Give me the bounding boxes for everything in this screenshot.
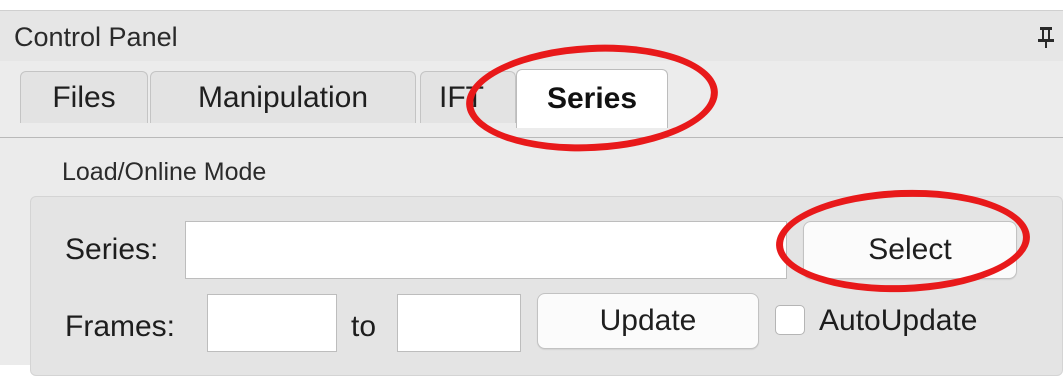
tab-files[interactable]: Files — [20, 71, 148, 123]
tab-manipulation-label: Manipulation — [197, 80, 369, 114]
select-button[interactable]: Select — [803, 221, 1017, 279]
frames-from-input[interactable] — [207, 294, 337, 352]
autoupdate-label[interactable]: AutoUpdate — [819, 304, 977, 338]
update-button[interactable]: Update — [537, 293, 759, 349]
tab-files-label: Files — [52, 80, 116, 114]
tab-manipulation[interactable]: Manipulation — [150, 71, 416, 123]
load-online-group: Series: Select Frames: to Update AutoUpd… — [30, 196, 1063, 376]
tab-series-label: Series — [546, 82, 638, 115]
panel-title: Control Panel — [14, 22, 178, 52]
tab-ift-label: IFT — [439, 80, 484, 114]
frames-to-input[interactable] — [397, 294, 521, 352]
group-title: Load/Online Mode — [62, 158, 267, 186]
select-button-label: Select — [868, 233, 952, 266]
tab-ift[interactable]: IFT — [420, 71, 516, 123]
tab-series[interactable]: Series — [516, 69, 668, 128]
tab-bar: Files Manipulation IFT Series — [0, 61, 1063, 138]
panel-titlebar: Control Panel — [0, 11, 1063, 61]
series-input[interactable] — [185, 221, 787, 279]
control-panel: Control Panel Files Manipulation IFT Ser… — [0, 10, 1063, 376]
update-button-label: Update — [599, 304, 697, 337]
autoupdate-checkbox[interactable] — [775, 305, 805, 335]
series-tab-content: Load/Online Mode Series: Select Frames: … — [0, 138, 1063, 376]
pin-icon[interactable] — [1036, 25, 1056, 49]
to-label: to — [351, 310, 377, 343]
series-label: Series: — [65, 233, 159, 266]
frames-label: Frames: — [65, 310, 176, 343]
